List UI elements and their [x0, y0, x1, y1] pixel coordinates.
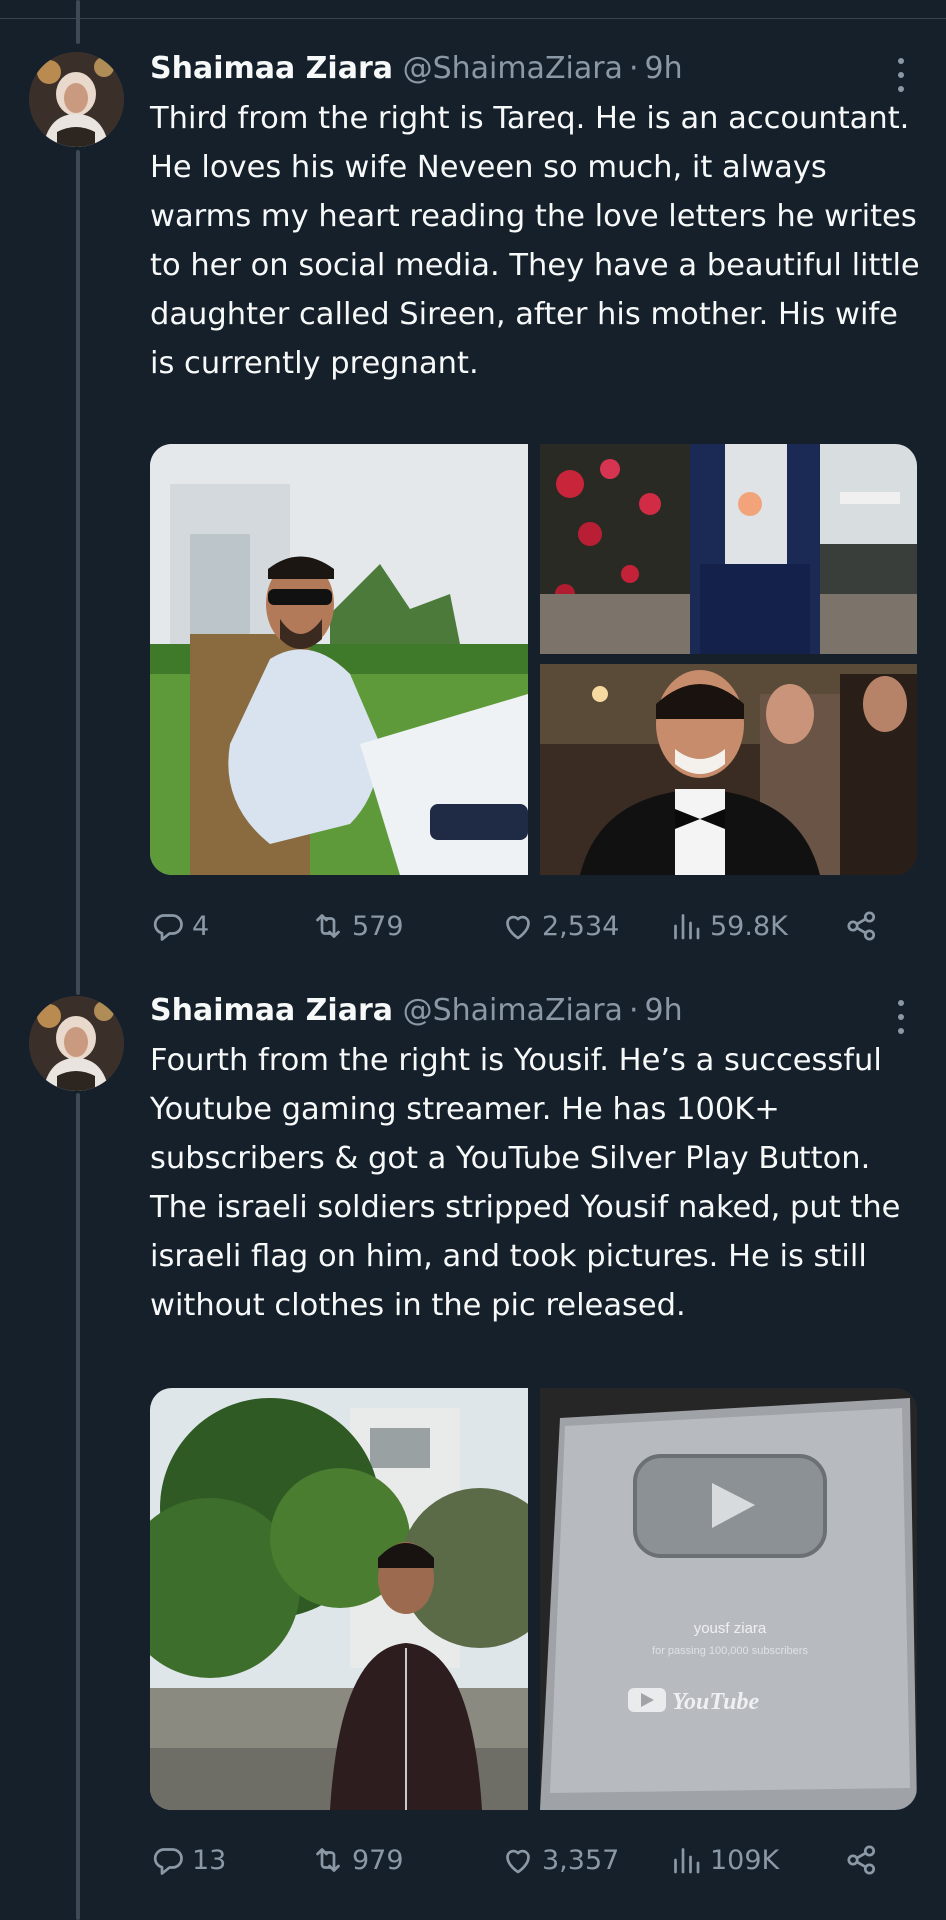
- plaque-name: yousf ziara: [694, 1620, 767, 1637]
- more-icon[interactable]: [894, 997, 908, 1037]
- views-icon: [674, 914, 700, 940]
- timestamp[interactable]: 9h: [644, 51, 682, 86]
- tweet-media[interactable]: yousf ziara for passing 100,000 subscrib…: [150, 1388, 917, 1810]
- share-button[interactable]: [844, 904, 886, 948]
- retweet-icon: [316, 914, 340, 938]
- tweet-text: Third from the right is Tareq. He is an …: [150, 101, 930, 381]
- plaque-brand: YouTube: [672, 1689, 759, 1715]
- author-name[interactable]: Shaimaa Ziara: [150, 51, 393, 86]
- reply-button[interactable]: 4: [150, 904, 209, 948]
- author-handle[interactable]: @ShaimaZiara: [403, 993, 623, 1028]
- avatar[interactable]: [29, 52, 124, 147]
- tweet-header: Shaimaa Ziara @ShaimaZiara · 9h: [150, 991, 683, 1031]
- retweet-icon: [316, 1848, 340, 1872]
- tweet-actions: 13 979 3,357 109K: [150, 1838, 890, 1882]
- retweet-button[interactable]: 979: [310, 1838, 404, 1882]
- reply-icon: [153, 914, 183, 941]
- reply-count: 4: [192, 910, 210, 942]
- author-name[interactable]: Shaimaa Ziara: [150, 993, 393, 1028]
- tweet[interactable]: Shaimaa Ziara @ShaimaZiara · 9h Third from…: [0, 0, 946, 990]
- plaque-caption: for passing 100,000 subscribers: [652, 1645, 808, 1657]
- separator: ·: [628, 51, 639, 86]
- like-button[interactable]: 2,534: [500, 904, 619, 948]
- share-icon: [847, 911, 876, 941]
- reply-count: 13: [192, 1844, 227, 1876]
- like-icon: [506, 1849, 530, 1874]
- tweet-actions: 4 579 2,534 59.8K: [150, 904, 890, 948]
- tweet-header: Shaimaa Ziara @ShaimaZiara · 9h: [150, 49, 683, 89]
- media-image-yousif[interactable]: [150, 1388, 528, 1810]
- media-image-tareq-bowtie[interactable]: [540, 664, 917, 875]
- retweet-count: 979: [352, 1844, 404, 1876]
- views-icon: [674, 1848, 700, 1874]
- retweet-count: 579: [352, 910, 404, 942]
- reply-button[interactable]: 13: [150, 1838, 226, 1882]
- timestamp[interactable]: 9h: [644, 993, 682, 1028]
- like-count: 2,534: [542, 910, 620, 942]
- tweet-media[interactable]: [150, 444, 917, 875]
- retweet-button[interactable]: 579: [310, 904, 404, 948]
- tweet[interactable]: Shaimaa Ziara @ShaimaZiara · 9h Fourth fro…: [0, 990, 946, 1920]
- tweet-text: Fourth from the right is Yousif. He’s a …: [150, 1043, 911, 1323]
- share-icon: [847, 1845, 876, 1875]
- media-image-tareq-suit[interactable]: [540, 444, 917, 654]
- avatar[interactable]: [29, 996, 124, 1091]
- views-count: 59.8K: [710, 910, 788, 942]
- views-button[interactable]: 109K: [668, 1838, 779, 1882]
- separator: ·: [628, 993, 639, 1028]
- media-image-tareq-table[interactable]: [150, 444, 528, 875]
- author-handle[interactable]: @ShaimaZiara: [403, 51, 623, 86]
- views-button[interactable]: 59.8K: [668, 904, 788, 948]
- more-icon[interactable]: [894, 55, 908, 95]
- media-image-play-button[interactable]: yousf ziara for passing 100,000 subscrib…: [540, 1388, 917, 1810]
- share-button[interactable]: [844, 1838, 886, 1882]
- views-count: 109K: [710, 1844, 780, 1876]
- like-icon: [506, 915, 530, 940]
- like-count: 3,357: [542, 1844, 620, 1876]
- like-button[interactable]: 3,357: [500, 1838, 619, 1882]
- reply-icon: [153, 1848, 183, 1875]
